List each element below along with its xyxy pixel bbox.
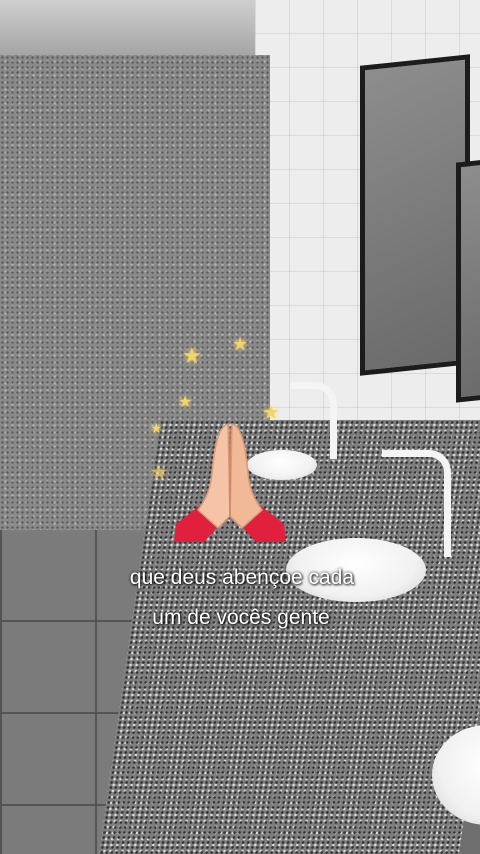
- caption-line: que deus abençoe cada: [129, 566, 355, 589]
- sparkle-icon: ★: [150, 460, 168, 484]
- folded-hands-icon: [174, 423, 286, 542]
- sparkle-icon: ★: [178, 392, 193, 411]
- sparkle-icon: ★: [232, 334, 249, 355]
- sparkle-icon: ★: [182, 344, 202, 369]
- caption-line: um de vocês gente: [152, 606, 330, 629]
- sparkle-icon: ★: [150, 421, 163, 437]
- sparkle-icon: ★: [262, 400, 280, 424]
- story-overlay: ★ ★ ★ ★ ★ ★ que deus abençoe cada um de …: [0, 0, 480, 854]
